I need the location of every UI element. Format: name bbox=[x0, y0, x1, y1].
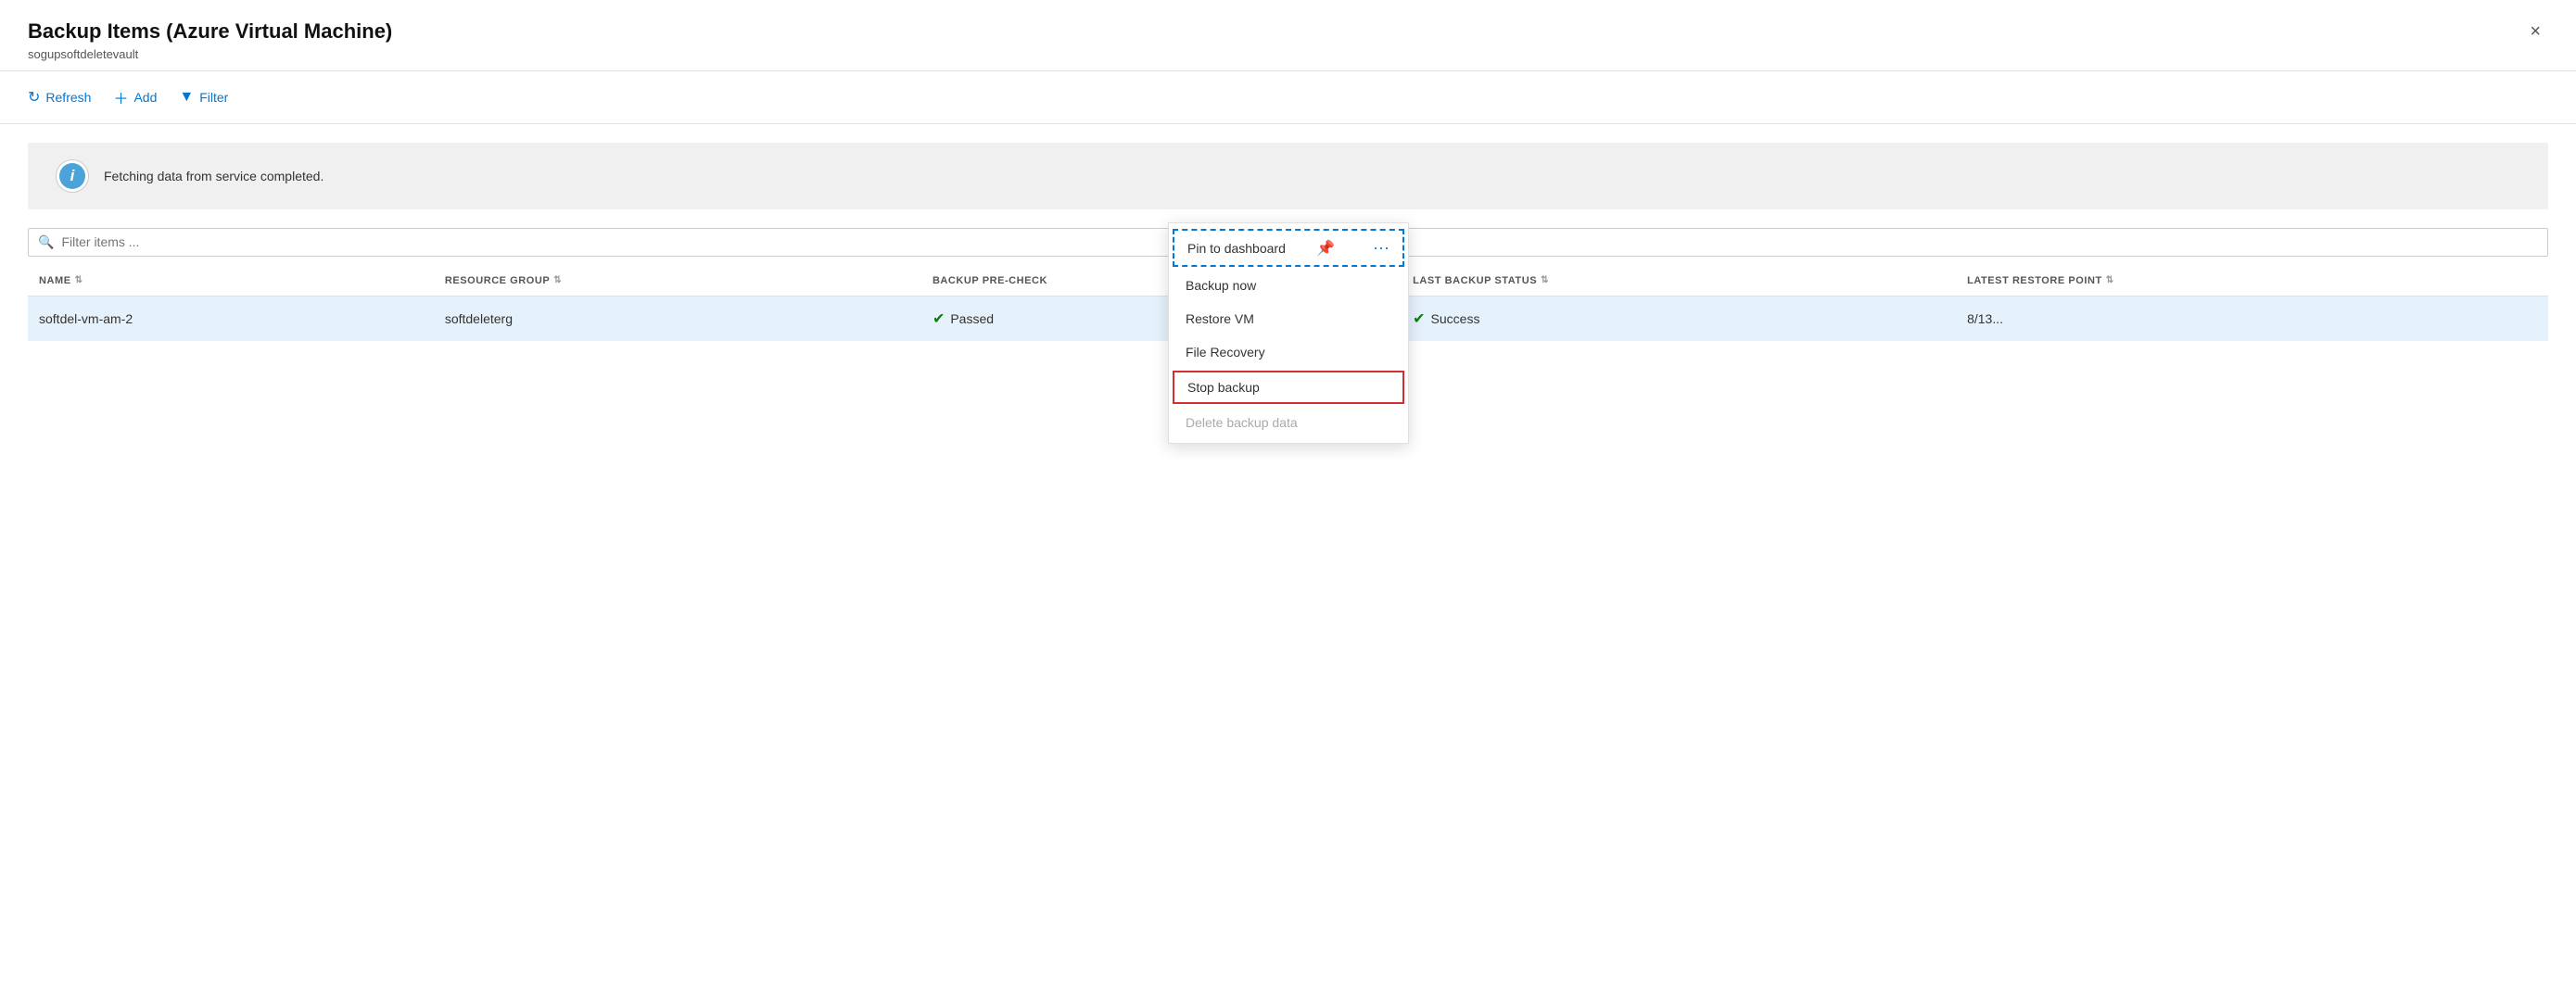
add-icon: ＋ bbox=[113, 86, 128, 108]
context-menu-delete-backup-data: Delete backup data bbox=[1169, 406, 1408, 439]
cell-latest-restore-point: 8/13... bbox=[1956, 296, 2548, 341]
panel-title: Backup Items (Azure Virtual Machine) bbox=[28, 19, 392, 45]
backup-items-panel: Backup Items (Azure Virtual Machine) sog… bbox=[0, 0, 2576, 984]
more-dots-icon[interactable]: ··· bbox=[1373, 238, 1390, 258]
col-last-backup-status-sort-icon[interactable]: ⇅ bbox=[1541, 275, 1549, 285]
context-menu-file-recovery[interactable]: File Recovery bbox=[1169, 335, 1408, 369]
filter-button[interactable]: ▼ Filter bbox=[179, 85, 228, 109]
stop-backup-label: Stop backup bbox=[1187, 380, 1260, 395]
info-icon-circle: i bbox=[56, 159, 89, 193]
col-latest-restore-point-label: LATEST RESTORE POINT bbox=[1967, 275, 2102, 286]
panel-subtitle: sogupsoftdeletevault bbox=[28, 47, 392, 61]
row-resource-group-value: softdeleterg bbox=[445, 311, 513, 326]
file-recovery-label: File Recovery bbox=[1186, 345, 1265, 360]
context-menu: Pin to dashboard 📌 ··· Backup now Restor… bbox=[1168, 222, 1409, 444]
backup-pre-check-value: Passed bbox=[950, 311, 994, 326]
col-last-backup-status: LAST BACKUP STATUS ⇅ bbox=[1402, 266, 1956, 296]
context-menu-restore-vm[interactable]: Restore VM bbox=[1169, 302, 1408, 335]
context-menu-pin-to-dashboard[interactable]: Pin to dashboard 📌 ··· bbox=[1173, 229, 1404, 267]
panel-header: Backup Items (Azure Virtual Machine) sog… bbox=[0, 0, 2576, 71]
filter-label: Filter bbox=[199, 90, 228, 105]
cell-name: softdel-vm-am-2 bbox=[28, 296, 434, 341]
refresh-label: Refresh bbox=[45, 90, 91, 105]
info-bar: i Fetching data from service completed. bbox=[28, 143, 2548, 209]
col-name-label: NAME bbox=[39, 275, 71, 286]
filter-icon: ▼ bbox=[179, 89, 194, 106]
backup-now-label: Backup now bbox=[1186, 278, 1256, 293]
context-menu-backup-now[interactable]: Backup now bbox=[1169, 269, 1408, 302]
cell-last-backup-status: ✔ Success bbox=[1402, 296, 1956, 341]
pin-to-dashboard-label: Pin to dashboard bbox=[1187, 241, 1286, 256]
info-message: Fetching data from service completed. bbox=[104, 169, 324, 183]
refresh-icon: ↻ bbox=[28, 88, 40, 107]
col-latest-restore-point: LATEST RESTORE POINT ⇅ bbox=[1956, 266, 2548, 296]
backup-pre-check-icon: ✔ bbox=[933, 309, 945, 328]
add-button[interactable]: ＋ Add bbox=[113, 82, 157, 112]
latest-restore-point-value: 8/13... bbox=[1967, 311, 2003, 326]
col-resource-group: RESOURCE GROUP ⇅ bbox=[434, 266, 921, 296]
row-name-value: softdel-vm-am-2 bbox=[39, 311, 133, 326]
col-name: NAME ⇅ bbox=[28, 266, 434, 296]
refresh-button[interactable]: ↻ Refresh bbox=[28, 84, 91, 110]
search-icon: 🔍 bbox=[38, 234, 54, 250]
col-backup-pre-check-label: BACKUP PRE-CHECK bbox=[933, 275, 1047, 286]
restore-vm-label: Restore VM bbox=[1186, 311, 1254, 326]
cell-resource-group: softdeleterg bbox=[434, 296, 921, 341]
last-backup-status: ✔ Success bbox=[1413, 309, 1945, 328]
col-resource-group-label: RESOURCE GROUP bbox=[445, 275, 550, 286]
delete-backup-data-label: Delete backup data bbox=[1186, 415, 1298, 430]
col-latest-restore-point-sort-icon[interactable]: ⇅ bbox=[2106, 275, 2114, 285]
last-backup-status-icon: ✔ bbox=[1413, 309, 1425, 328]
col-name-sort-icon[interactable]: ⇅ bbox=[75, 275, 83, 285]
add-label: Add bbox=[133, 90, 157, 105]
last-backup-status-value: Success bbox=[1431, 311, 1480, 326]
info-icon: i bbox=[59, 163, 85, 189]
close-button[interactable]: × bbox=[2522, 19, 2548, 44]
panel-title-block: Backup Items (Azure Virtual Machine) sog… bbox=[28, 19, 392, 61]
context-menu-stop-backup[interactable]: Stop backup bbox=[1173, 371, 1404, 404]
col-last-backup-status-label: LAST BACKUP STATUS bbox=[1413, 275, 1537, 286]
toolbar: ↻ Refresh ＋ Add ▼ Filter bbox=[0, 71, 2576, 124]
pin-icon: 📌 bbox=[1316, 239, 1335, 258]
col-resource-group-sort-icon[interactable]: ⇅ bbox=[553, 275, 562, 285]
